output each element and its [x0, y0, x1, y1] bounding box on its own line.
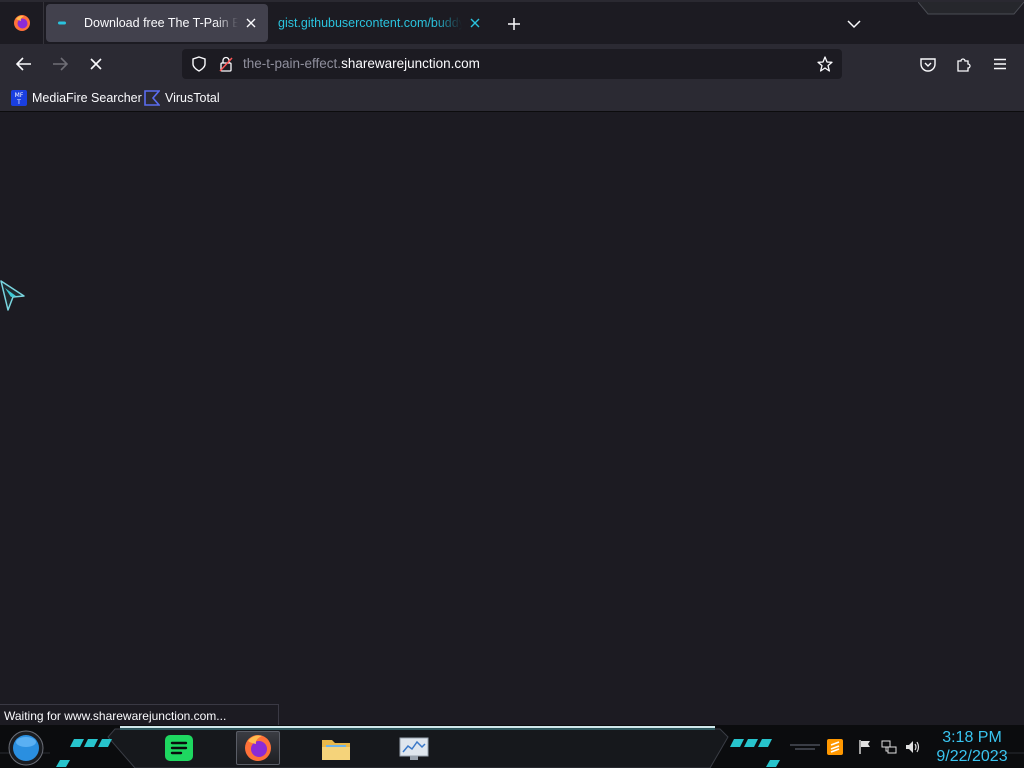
- bookmark-mediafire-searcher[interactable]: MF T MediaFire Searcher: [11, 89, 142, 107]
- tab-strip: Download free The T-Pain Effect gist.git…: [0, 0, 1024, 44]
- url-subdomain: the-t-pain-effect.: [243, 56, 342, 71]
- page-content-area[interactable]: [0, 113, 1024, 725]
- tab-title: Download free The T-Pain Effect: [84, 16, 238, 30]
- firefox-view-button[interactable]: [0, 2, 44, 44]
- tray-action-center[interactable]: [856, 738, 874, 756]
- taskbar-app-file-explorer[interactable]: [314, 731, 358, 765]
- system-clock[interactable]: 3:18 PM 9/22/2023: [932, 728, 1012, 766]
- address-bar[interactable]: the-t-pain-effect.sharewarejunction.com: [182, 49, 842, 79]
- virustotal-icon: [144, 90, 160, 106]
- tray-volume[interactable]: [904, 738, 922, 756]
- close-icon: [246, 18, 256, 28]
- arrow-left-icon: [16, 57, 31, 71]
- svg-text:T: T: [16, 99, 21, 106]
- hamburger-menu-icon: [994, 58, 1006, 70]
- svg-text:MF: MF: [15, 92, 24, 99]
- list-all-tabs-button[interactable]: [840, 10, 868, 38]
- close-tab-button[interactable]: [466, 14, 484, 32]
- lock-slash-icon: [219, 56, 233, 72]
- tab-title: gist.githubusercontent.com/buddy: [278, 16, 462, 30]
- taskbar: 3:18 PM 9/22/2023: [0, 725, 1024, 768]
- forward-button[interactable]: [44, 48, 76, 80]
- bookmark-virustotal[interactable]: VirusTotal: [144, 89, 220, 107]
- clock-date: 9/22/2023: [936, 748, 1008, 765]
- tray-network[interactable]: [880, 738, 898, 756]
- desktop-screen: Download free The T-Pain Effect gist.git…: [0, 0, 1024, 768]
- start-button[interactable]: [4, 730, 48, 766]
- close-icon: [90, 58, 102, 70]
- flag-icon: [859, 740, 870, 754]
- url-domain: sharewarejunction.com: [341, 56, 480, 71]
- tracking-protection-button[interactable]: [186, 51, 212, 77]
- navigation-toolbar: the-t-pain-effect.sharewarejunction.com: [0, 44, 1024, 84]
- taskbar-app-spotify[interactable]: [157, 731, 201, 765]
- start-orb-icon: [8, 730, 44, 766]
- close-tab-button[interactable]: [242, 14, 260, 32]
- stop-loading-button[interactable]: [80, 48, 112, 80]
- arrow-right-icon: [53, 57, 68, 71]
- site-permissions-button[interactable]: [214, 51, 238, 77]
- clock-time: 3:18 PM: [942, 729, 1002, 746]
- firefox-icon: [13, 15, 30, 31]
- bookmark-label: MediaFire Searcher: [32, 91, 142, 105]
- mediafire-icon: MF T: [11, 90, 27, 106]
- taskbar-app-system-monitor[interactable]: [392, 731, 436, 765]
- pocket-icon: [920, 57, 936, 72]
- url-text[interactable]: the-t-pain-effect.sharewarejunction.com: [243, 56, 480, 71]
- sublime-text-icon: [827, 739, 843, 755]
- chevron-down-icon: [847, 20, 861, 29]
- close-icon: [470, 18, 480, 28]
- extensions-button[interactable]: [948, 48, 980, 80]
- bookmark-page-button[interactable]: [812, 51, 838, 77]
- shield-icon: [192, 56, 206, 72]
- tab-gist-githubusercontent[interactable]: gist.githubusercontent.com/buddy: [270, 4, 492, 42]
- puzzle-icon: [957, 58, 971, 72]
- bookmarks-toolbar: MF T MediaFire Searcher VirusTotal: [0, 84, 1024, 112]
- mouse-cursor-icon: [0, 280, 25, 311]
- network-icon: [881, 740, 897, 754]
- monitor-chart-icon: [399, 737, 429, 760]
- bookmark-label: VirusTotal: [165, 91, 220, 105]
- firefox-icon: [245, 735, 271, 761]
- spotify-icon: [165, 735, 193, 761]
- volume-icon: [906, 741, 920, 753]
- back-button[interactable]: [8, 48, 40, 80]
- save-to-pocket-button[interactable]: [912, 48, 944, 80]
- star-icon: [817, 56, 833, 72]
- tab-download-t-pain-effect[interactable]: Download free The T-Pain Effect: [46, 4, 268, 42]
- application-menu-button[interactable]: [984, 48, 1016, 80]
- new-tab-button[interactable]: [500, 10, 528, 38]
- folder-icon: [322, 740, 350, 760]
- status-panel: Waiting for www.sharewarejunction.com...: [0, 704, 279, 726]
- window-frame-decoration: [918, 2, 1024, 15]
- loading-throbber-icon: [54, 15, 70, 31]
- tray-sublime-text[interactable]: [826, 738, 844, 756]
- taskbar-app-firefox[interactable]: [236, 731, 280, 765]
- plus-icon: [508, 18, 520, 30]
